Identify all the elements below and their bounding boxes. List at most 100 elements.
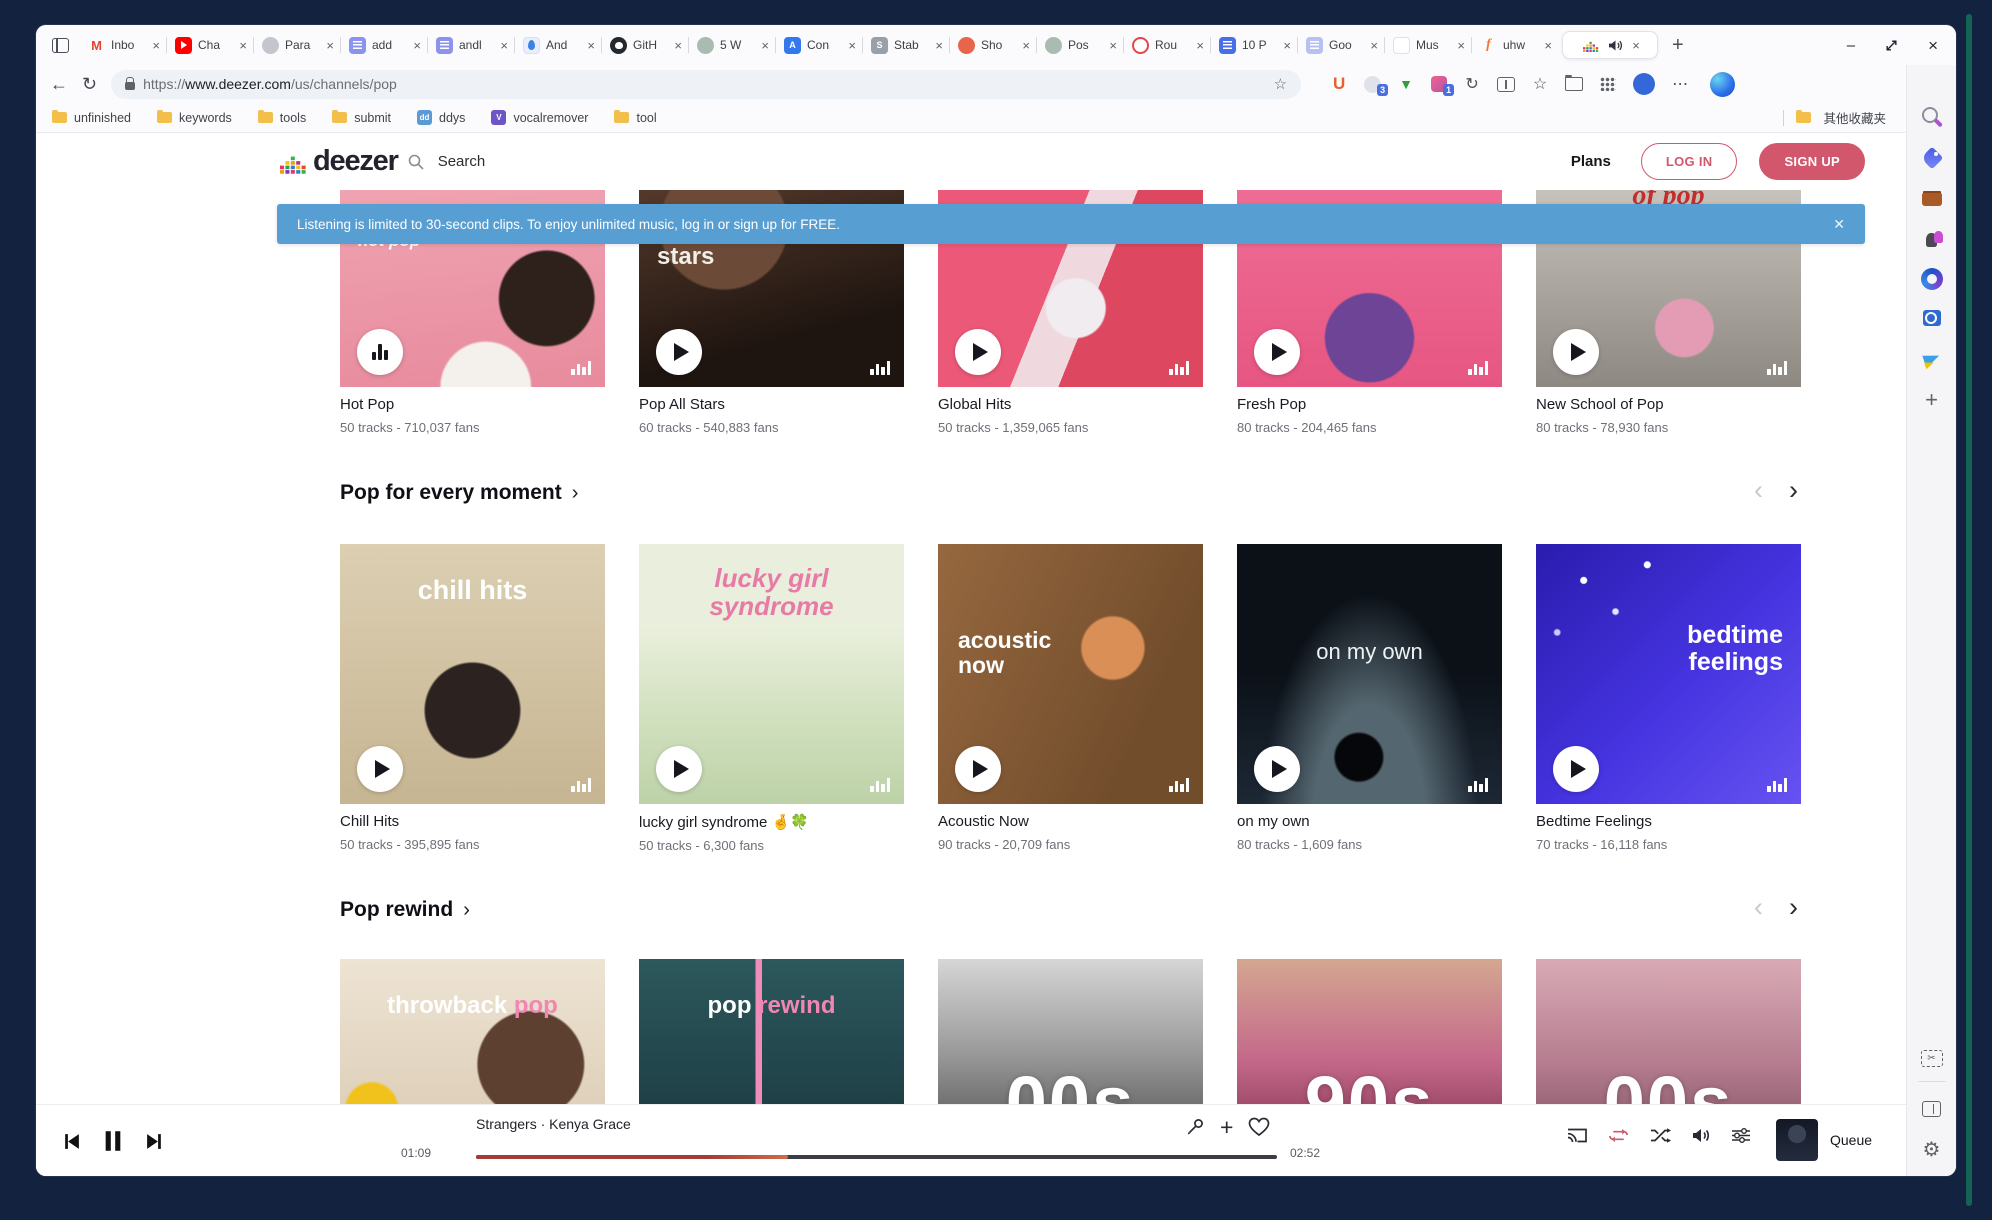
ublock-icon[interactable]: U bbox=[1331, 73, 1347, 95]
back-icon[interactable]: ← bbox=[50, 75, 68, 93]
search-icon[interactable] bbox=[1919, 104, 1945, 130]
playlist-title[interactable]: New School of Pop bbox=[1536, 396, 1801, 413]
browser-tab-inbo[interactable]: MInbo× bbox=[79, 31, 166, 59]
url-text[interactable]: https://www.deezer.com/us/channels/pop bbox=[143, 76, 397, 92]
bookmark-tools[interactable]: tools bbox=[258, 110, 306, 125]
playlist-card-bedtime[interactable]: bedtimefeelingsBedtime Feelings70 tracks… bbox=[1536, 544, 1801, 853]
search-field[interactable]: Search bbox=[408, 153, 486, 170]
toolbox-icon[interactable] bbox=[1919, 186, 1945, 212]
bookmark-unfinished[interactable]: unfinished bbox=[52, 110, 131, 125]
browser-tab-con[interactable]: ACon× bbox=[775, 31, 862, 59]
playlist-title[interactable]: lucky girl syndrome 🤞🍀 bbox=[639, 813, 904, 831]
tab-close-icon[interactable]: × bbox=[761, 38, 769, 53]
new-tab-button[interactable]: + bbox=[1672, 34, 1684, 57]
other-bookmarks[interactable]: 其他收藏夹 bbox=[1783, 108, 1890, 127]
send-icon[interactable] bbox=[1919, 346, 1945, 372]
playlist-title[interactable]: Acoustic Now bbox=[938, 813, 1203, 830]
add-icon[interactable]: + bbox=[1919, 387, 1945, 413]
tab-close-icon[interactable]: × bbox=[1109, 38, 1117, 53]
deezer-logo-icon[interactable] bbox=[280, 150, 307, 174]
tab-close-icon[interactable]: × bbox=[239, 38, 247, 53]
play-button[interactable] bbox=[955, 329, 1001, 375]
browser-tab-stab[interactable]: SStab× bbox=[862, 31, 949, 59]
tab-close-icon[interactable]: × bbox=[1370, 38, 1378, 53]
playlist-title[interactable]: Global Hits bbox=[938, 396, 1203, 413]
tab-close-icon[interactable]: × bbox=[413, 38, 421, 53]
scroll-right-icon[interactable]: › bbox=[1789, 894, 1798, 921]
settings-icon[interactable]: ⚙ bbox=[1919, 1136, 1945, 1162]
playlist-title[interactable]: Bedtime Feelings bbox=[1536, 813, 1801, 830]
screenshot-icon[interactable]: ✂ bbox=[1921, 1050, 1943, 1067]
playlist-cover[interactable]: bedtimefeelings bbox=[1536, 544, 1801, 804]
more-dots-icon[interactable]: ⋯ bbox=[1672, 73, 1688, 95]
close-button[interactable]: × bbox=[1928, 37, 1938, 54]
playlist-cover[interactable]: acousticnow bbox=[938, 544, 1203, 804]
m365-icon[interactable] bbox=[1921, 268, 1943, 290]
queue-album-thumbnail[interactable] bbox=[1776, 1119, 1818, 1161]
playlist-cover[interactable]: lucky girlsyndrome bbox=[639, 544, 904, 804]
browser-tab-add[interactable]: add× bbox=[340, 31, 427, 59]
browser-tab-gith[interactable]: GitH× bbox=[601, 31, 688, 59]
tab-close-icon[interactable]: × bbox=[935, 38, 943, 53]
split-screen-icon[interactable] bbox=[1497, 73, 1515, 95]
repeat-icon[interactable] bbox=[1608, 1126, 1629, 1145]
playlist-title[interactable]: Pop All Stars bbox=[639, 396, 904, 413]
active-tab-deezer[interactable]: × bbox=[1562, 31, 1658, 59]
ext-badge-3-icon[interactable]: 3 bbox=[1364, 73, 1381, 95]
tab-close-icon[interactable]: × bbox=[674, 38, 682, 53]
playlist-title[interactable]: Chill Hits bbox=[340, 813, 605, 830]
bookmark-ddys[interactable]: ddddys bbox=[417, 110, 465, 125]
next-track-icon[interactable] bbox=[145, 1132, 164, 1151]
browser-tab-para[interactable]: Para× bbox=[253, 31, 340, 59]
browser-tab-5-w[interactable]: 5 W× bbox=[688, 31, 775, 59]
apps-grid-icon[interactable] bbox=[1600, 77, 1616, 91]
tab-close-icon[interactable]: × bbox=[1283, 38, 1291, 53]
play-button[interactable] bbox=[955, 746, 1001, 792]
outlook-icon[interactable] bbox=[1919, 305, 1945, 331]
bookmark-submit[interactable]: submit bbox=[332, 110, 391, 125]
play-button[interactable] bbox=[1553, 329, 1599, 375]
tab-close-icon[interactable]: × bbox=[326, 38, 334, 53]
browser-tab-sho[interactable]: Sho× bbox=[949, 31, 1036, 59]
scroll-left-icon[interactable]: ‹ bbox=[1754, 477, 1763, 504]
restore-button[interactable] bbox=[1885, 39, 1898, 52]
shuffle-icon[interactable] bbox=[1649, 1127, 1671, 1144]
playlist-title[interactable]: Fresh Pop bbox=[1237, 396, 1502, 413]
playlist-cover[interactable]: on my own bbox=[1237, 544, 1502, 804]
progress-bar[interactable] bbox=[476, 1155, 1277, 1159]
tab-close-icon[interactable]: × bbox=[152, 38, 160, 53]
play-button[interactable] bbox=[1254, 329, 1300, 375]
minimize-button[interactable]: – bbox=[1847, 38, 1855, 53]
now-playing-title[interactable]: Strangers · Kenya Grace bbox=[476, 1116, 631, 1132]
browser-tab-goo[interactable]: Goo× bbox=[1297, 31, 1384, 59]
plans-link[interactable]: Plans bbox=[1571, 153, 1611, 170]
tab-close-icon[interactable]: × bbox=[587, 38, 595, 53]
bookmark-keywords[interactable]: keywords bbox=[157, 110, 232, 125]
play-button[interactable] bbox=[656, 329, 702, 375]
collections-folder-icon[interactable] bbox=[1565, 73, 1583, 95]
sync-icon[interactable]: ↻ bbox=[1464, 73, 1480, 95]
now-playing-indicator[interactable] bbox=[357, 329, 403, 375]
deezer-wordmark[interactable]: deezer bbox=[313, 145, 398, 178]
copilot-icon[interactable] bbox=[1710, 72, 1735, 97]
lock-icon[interactable] bbox=[125, 82, 135, 90]
ext-badge-1-icon[interactable]: 1 bbox=[1431, 73, 1447, 95]
download-arrow-icon[interactable]: ▼ bbox=[1398, 73, 1414, 95]
tab-close-icon[interactable]: × bbox=[500, 38, 508, 53]
tab-close-icon[interactable]: × bbox=[1196, 38, 1204, 53]
browser-tab-10-p[interactable]: 10 P× bbox=[1210, 31, 1297, 59]
browser-tab-andl[interactable]: andl× bbox=[427, 31, 514, 59]
bookmark-star-icon[interactable]: ☆ bbox=[1274, 75, 1287, 93]
volume-icon[interactable] bbox=[1691, 1127, 1711, 1144]
tab-close-icon[interactable]: × bbox=[1632, 38, 1640, 53]
tab-close-icon[interactable]: × bbox=[1544, 38, 1552, 53]
tab-close-icon[interactable]: × bbox=[848, 38, 856, 53]
favorite-heart-icon[interactable] bbox=[1248, 1117, 1270, 1137]
browser-tab-and[interactable]: And× bbox=[514, 31, 601, 59]
play-button[interactable] bbox=[357, 746, 403, 792]
tab-actions-icon[interactable] bbox=[52, 38, 69, 53]
tab-close-icon[interactable]: × bbox=[1022, 38, 1030, 53]
playlist-title[interactable]: on my own bbox=[1237, 813, 1502, 830]
section-heading-pop-for-every-moment[interactable]: Pop for every moment› bbox=[340, 481, 578, 505]
playlist-card-own[interactable]: on my ownon my own80 tracks - 1,609 fans bbox=[1237, 544, 1502, 853]
